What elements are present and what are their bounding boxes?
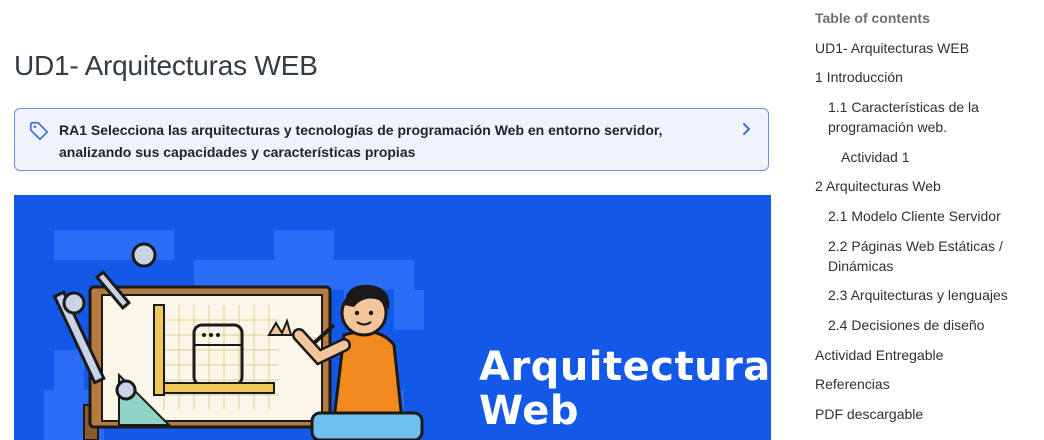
- tag-icon: [29, 121, 49, 141]
- toc-title: Table of contents: [815, 10, 930, 26]
- toc-item-arquitecturas-lenguajes[interactable]: 2.3 Arquitecturas y lenguajes: [828, 285, 1008, 305]
- page-title: UD1- Arquitecturas WEB: [14, 50, 318, 81]
- toc-item-arquitecturas-web[interactable]: 2 Arquitecturas Web: [815, 176, 941, 196]
- toc-item-caracteristicas-line-2: programación web.: [828, 119, 948, 135]
- toc-item-paginas-web-line-2: Dinámicas: [828, 258, 894, 274]
- toc-item-introduccion[interactable]: 1 Introducción: [815, 67, 903, 87]
- chevron-right-icon[interactable]: [738, 121, 754, 137]
- toc-item-paginas-web-line-1: 2.2 Páginas Web Estáticas /: [828, 238, 1003, 254]
- toc-item-decisiones-diseno[interactable]: 2.4 Decisiones de diseño: [828, 315, 984, 335]
- toc-item-referencias[interactable]: Referencias: [815, 374, 890, 394]
- toc-item-caracteristicas[interactable]: 1.1 Características de la programación w…: [828, 97, 979, 137]
- toc-item-caracteristicas-line-1: 1.1 Características de la: [828, 99, 979, 115]
- hero-title-line-1: Arquitectura: [479, 344, 771, 390]
- callout-text: RA1 Selecciona las arquitecturas y tecno…: [59, 122, 663, 160]
- toc-item-actividad-1[interactable]: Actividad 1: [841, 147, 909, 167]
- toc-item-actividad-entregable[interactable]: Actividad Entregable: [815, 345, 943, 365]
- toc-item-pdf-descargable[interactable]: PDF descargable: [815, 404, 923, 424]
- toc-item-ud1[interactable]: UD1- Arquitecturas WEB: [815, 38, 969, 58]
- hero-banner-image: Arquitectura Web: [14, 195, 771, 440]
- toc-item-cliente-servidor[interactable]: 2.1 Modelo Cliente Servidor: [828, 206, 1001, 226]
- hero-title: Arquitectura Web: [479, 345, 771, 433]
- toc-item-paginas-web[interactable]: 2.2 Páginas Web Estáticas / Dinámicas: [828, 236, 1003, 276]
- learning-outcome-callout[interactable]: RA1 Selecciona las arquitecturas y tecno…: [14, 108, 769, 171]
- hero-title-line-2: Web: [479, 388, 579, 434]
